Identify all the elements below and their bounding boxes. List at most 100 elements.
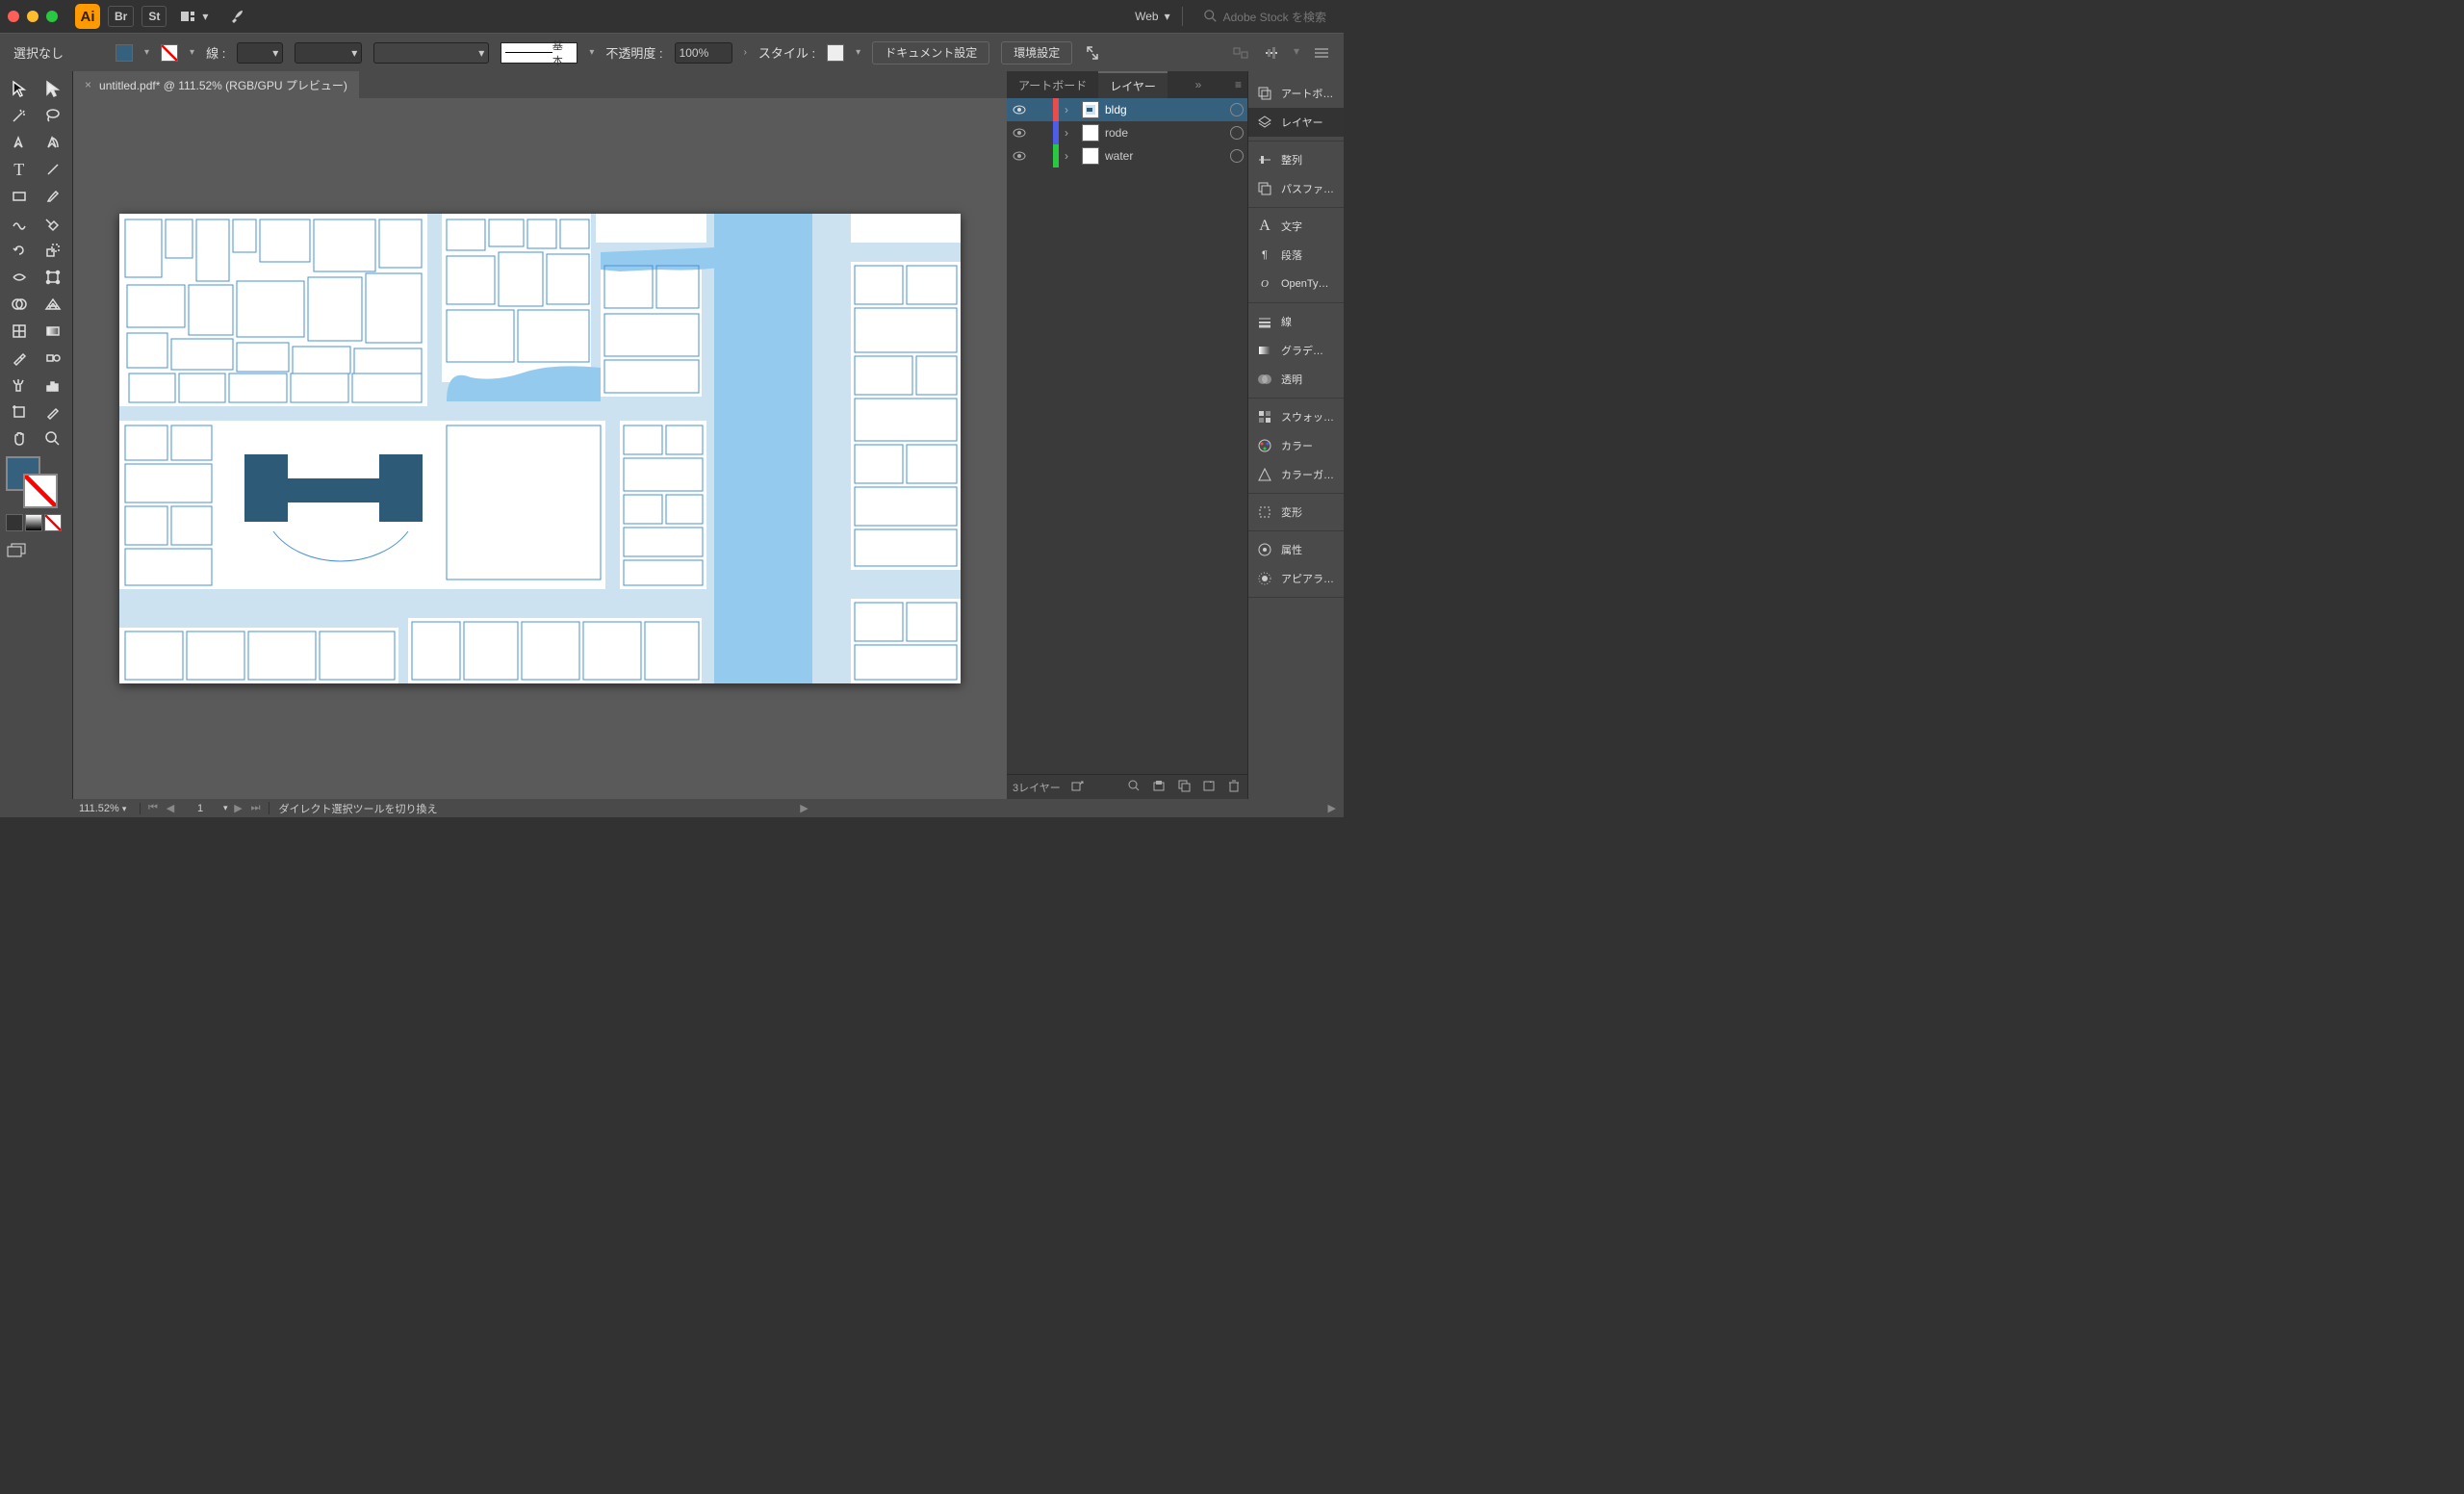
- bridge-button[interactable]: Br: [108, 6, 134, 27]
- magic-wand-tool[interactable]: [2, 102, 37, 129]
- new-sublayer-icon[interactable]: [1176, 779, 1192, 795]
- layer-target-icon[interactable]: [1230, 126, 1244, 140]
- layer-row-bldg[interactable]: › bldg: [1007, 98, 1247, 121]
- gradient-tool[interactable]: [37, 318, 71, 345]
- layer-row-water[interactable]: › water: [1007, 144, 1247, 167]
- fill-dropdown-icon[interactable]: ▾: [144, 47, 149, 58]
- strip-layers[interactable]: レイヤー: [1248, 108, 1344, 137]
- line-style-dropdown[interactable]: ▾: [589, 47, 594, 58]
- stroke-weight-input[interactable]: ▾: [237, 42, 283, 64]
- make-clipping-mask-icon[interactable]: [1151, 779, 1167, 795]
- transform-panel-icon[interactable]: [1232, 44, 1249, 62]
- style-dropdown[interactable]: ▾: [856, 47, 860, 58]
- scroll-right-icon[interactable]: ▶: [1321, 802, 1344, 814]
- stroke-swatch[interactable]: [161, 44, 178, 62]
- expand-layer-icon[interactable]: ›: [1065, 149, 1076, 163]
- rectangle-tool[interactable]: [2, 183, 37, 210]
- fill-swatch[interactable]: [116, 44, 133, 62]
- strip-opentype[interactable]: OOpenTy…: [1248, 270, 1344, 298]
- arrange-docs-button[interactable]: ▾: [174, 6, 215, 27]
- color-mode-gradient[interactable]: [25, 514, 42, 531]
- type-tool[interactable]: T: [2, 156, 37, 183]
- visibility-toggle[interactable]: [1011, 105, 1028, 115]
- visibility-toggle[interactable]: [1011, 128, 1028, 138]
- artboard-panel-tab[interactable]: アートボード: [1007, 71, 1098, 98]
- artboard[interactable]: [119, 214, 961, 683]
- document-tab[interactable]: × untitled.pdf* @ 111.52% (RGB/GPU プレビュー…: [73, 71, 359, 98]
- close-tab-icon[interactable]: ×: [85, 78, 91, 91]
- opacity-input[interactable]: 100%: [675, 42, 732, 64]
- first-artboard-icon[interactable]: ⏮: [146, 802, 160, 814]
- stroke-color-box[interactable]: [23, 474, 58, 508]
- free-transform-tool[interactable]: [37, 264, 71, 291]
- close-window[interactable]: [8, 11, 19, 22]
- preferences-button[interactable]: 環境設定: [1001, 41, 1072, 64]
- mesh-tool[interactable]: [2, 318, 37, 345]
- stroke-dropdown-icon[interactable]: ▾: [190, 47, 194, 58]
- strip-align[interactable]: 整列: [1248, 145, 1344, 174]
- hand-tool[interactable]: [2, 425, 37, 452]
- artboard-tool[interactable]: [2, 399, 37, 425]
- line-segment-tool[interactable]: [37, 156, 71, 183]
- graphic-style-swatch[interactable]: [827, 44, 844, 62]
- maximize-window[interactable]: [46, 11, 58, 22]
- locate-layer-icon[interactable]: [1126, 779, 1142, 795]
- artboard-dropdown[interactable]: ▾: [223, 803, 228, 813]
- locate-object-icon[interactable]: [1070, 781, 1084, 794]
- slice-tool[interactable]: [37, 399, 71, 425]
- strip-transform[interactable]: 変形: [1248, 498, 1344, 527]
- workspace-switcher[interactable]: Web ▾: [1135, 10, 1170, 23]
- layers-panel-tab[interactable]: レイヤー: [1098, 71, 1168, 98]
- panel-menu-icon[interactable]: ≡: [1229, 71, 1247, 98]
- variable-width-profile[interactable]: ▾: [295, 42, 362, 64]
- options-icon[interactable]: [1313, 44, 1330, 62]
- visibility-toggle[interactable]: [1011, 151, 1028, 161]
- eraser-tool[interactable]: [37, 210, 71, 237]
- screen-mode-button[interactable]: [2, 535, 70, 567]
- paintbrush-tool[interactable]: [37, 183, 71, 210]
- rotate-tool[interactable]: [2, 237, 37, 264]
- curvature-tool[interactable]: [37, 129, 71, 156]
- last-artboard-icon[interactable]: ⏭: [249, 802, 263, 814]
- artboard-number[interactable]: 1: [181, 803, 219, 814]
- strip-color-guide[interactable]: カラーガ…: [1248, 460, 1344, 489]
- layer-name[interactable]: bldg: [1105, 103, 1224, 116]
- strip-appearance[interactable]: アピアラ…: [1248, 564, 1344, 593]
- eyedropper-tool[interactable]: [2, 345, 37, 372]
- expand-layer-icon[interactable]: ›: [1065, 126, 1076, 140]
- strip-paragraph[interactable]: ¶段落: [1248, 241, 1344, 270]
- layer-name[interactable]: water: [1105, 149, 1224, 163]
- delete-layer-icon[interactable]: [1226, 779, 1242, 795]
- brush-definition[interactable]: ▾: [373, 42, 489, 64]
- layer-row-rode[interactable]: › rode: [1007, 121, 1247, 144]
- perspective-grid-tool[interactable]: [37, 291, 71, 318]
- column-graph-tool[interactable]: [37, 372, 71, 399]
- opacity-dropdown[interactable]: ›: [744, 47, 747, 58]
- new-layer-icon[interactable]: [1201, 779, 1217, 795]
- panel-collapse-icon[interactable]: »: [1190, 71, 1208, 98]
- strip-color[interactable]: カラー: [1248, 431, 1344, 460]
- align-to-icon[interactable]: [1084, 44, 1101, 62]
- status-menu-icon[interactable]: ▶: [792, 802, 815, 814]
- line-style-preview[interactable]: 基本: [500, 42, 578, 64]
- layer-target-icon[interactable]: [1230, 149, 1244, 163]
- document-setup-button[interactable]: ドキュメント設定: [872, 41, 989, 64]
- strip-character[interactable]: A文字: [1248, 212, 1344, 241]
- next-artboard-icon[interactable]: ▶: [232, 802, 245, 814]
- gpu-preview-button[interactable]: [222, 6, 251, 27]
- blend-tool[interactable]: [37, 345, 71, 372]
- fill-stroke-indicator[interactable]: [2, 452, 70, 510]
- direct-selection-tool[interactable]: [37, 75, 71, 102]
- selection-tool[interactable]: [2, 75, 37, 102]
- zoom-level[interactable]: 111.52% ▾: [73, 803, 141, 814]
- color-mode-none[interactable]: [44, 514, 62, 531]
- strip-stroke[interactable]: 線: [1248, 307, 1344, 336]
- strip-transparency[interactable]: 透明: [1248, 365, 1344, 394]
- color-mode-solid[interactable]: [6, 514, 23, 531]
- shaper-tool[interactable]: [2, 210, 37, 237]
- expand-layer-icon[interactable]: ›: [1065, 103, 1076, 116]
- strip-pathfinder[interactable]: パスファ…: [1248, 174, 1344, 203]
- strip-swatches[interactable]: スウォッ…: [1248, 402, 1344, 431]
- shape-panel-icon[interactable]: ▾: [1294, 44, 1299, 62]
- layer-target-icon[interactable]: [1230, 103, 1244, 116]
